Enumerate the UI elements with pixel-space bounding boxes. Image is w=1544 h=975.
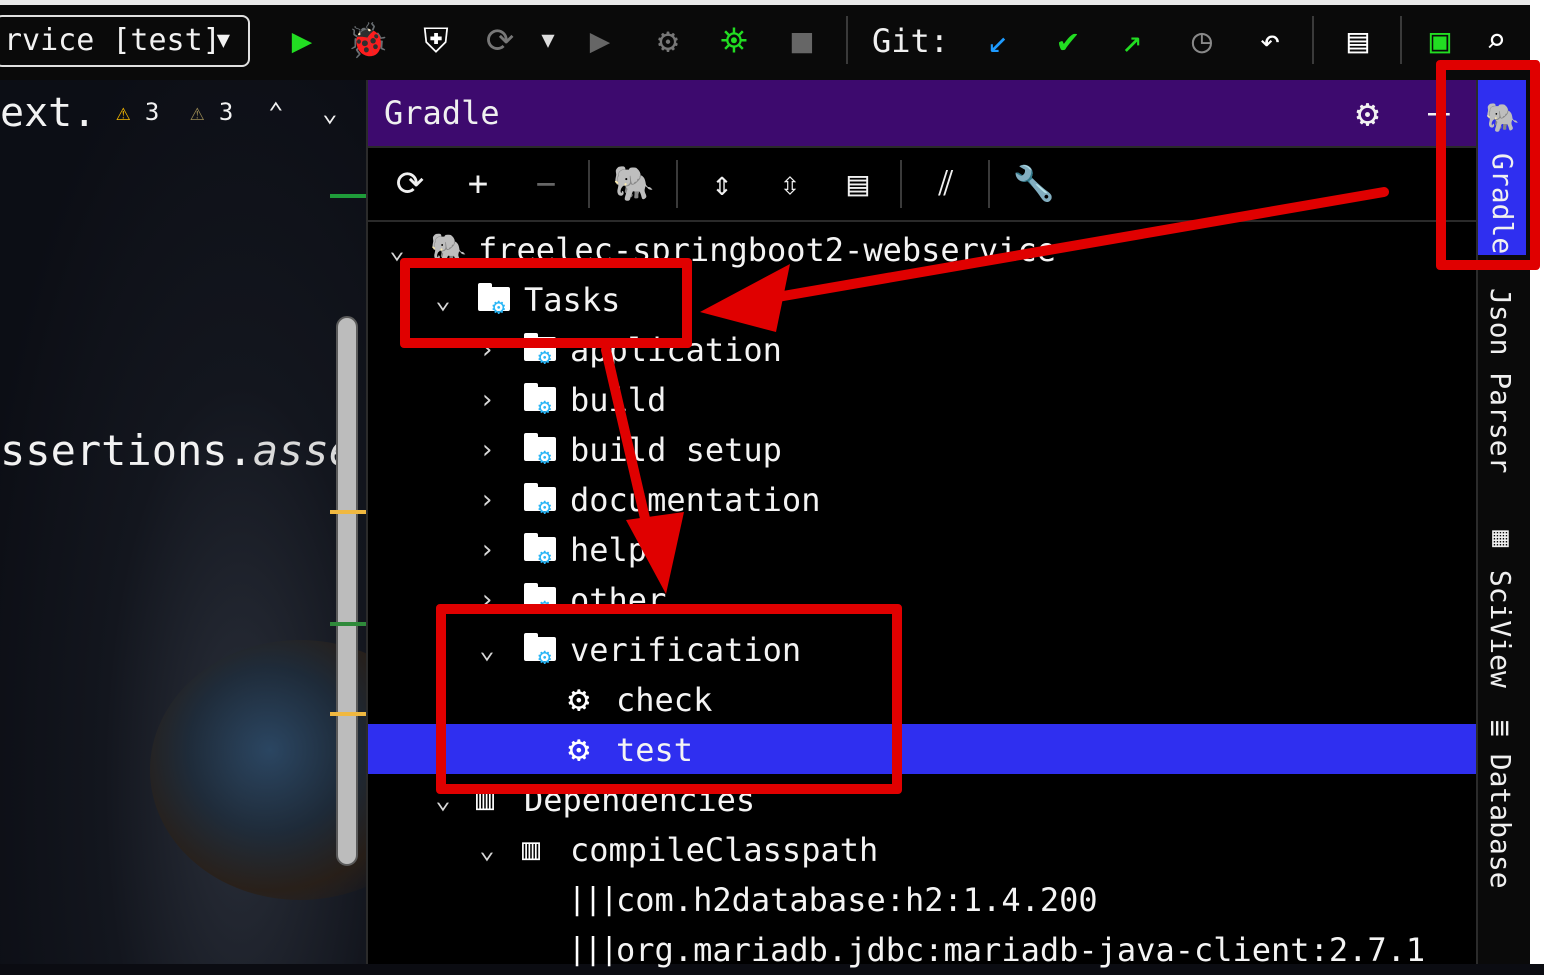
- debug-bug-icon[interactable]: 🐞: [346, 18, 390, 64]
- stop-icon[interactable]: ■: [780, 18, 824, 64]
- project-structure-icon[interactable]: ▤: [836, 162, 880, 206]
- code-text: ssertions.: [0, 426, 253, 475]
- change-marker: [330, 194, 366, 198]
- attach-debugger-icon[interactable]: ⚙: [646, 18, 690, 64]
- task-folder-icon: ⚙: [522, 479, 562, 519]
- task-group-label: build: [570, 381, 667, 419]
- chevron-down-icon[interactable]: ▼: [526, 18, 570, 64]
- git-rollback-icon[interactable]: ↶: [1248, 18, 1292, 64]
- window-top-border: [0, 0, 1530, 5]
- code-line: ssertions.asse: [0, 426, 354, 475]
- dependency-label: com.h2database:h2:1.4.200: [616, 881, 1098, 919]
- chevron-right-icon[interactable]: ›: [472, 375, 502, 425]
- tree-item-dependency[interactable]: ||| com.h2database:h2:1.4.200: [368, 875, 1478, 925]
- git-update-icon[interactable]: ↙: [976, 18, 1020, 64]
- build-settings-wrench-icon[interactable]: 🔧: [1012, 162, 1056, 206]
- warning-stripe-marker: [330, 712, 366, 716]
- run-icon[interactable]: ▶: [280, 18, 324, 64]
- weak-warning-indicator[interactable]: ⚠ 3: [190, 98, 233, 126]
- task-folder-icon: ⚙: [522, 379, 562, 419]
- run-disabled-icon[interactable]: ▶: [578, 18, 622, 64]
- compile-classpath-label: compileClasspath: [570, 831, 879, 869]
- git-push-icon[interactable]: ↗: [1110, 18, 1154, 64]
- execute-gradle-task-elephant-icon[interactable]: 🐘: [612, 162, 656, 206]
- tree-item-task-group[interactable]: › ⚙ build setup: [368, 425, 1478, 475]
- database-icon: ≣: [1484, 720, 1517, 754]
- tool-tab-sciview[interactable]: ▦ SciView: [1484, 520, 1517, 688]
- change-stripe-marker: [330, 622, 366, 626]
- run-with-coverage-icon[interactable]: ⛨: [414, 18, 458, 64]
- warning-stripe-marker: [330, 510, 366, 514]
- background-wallpaper-image: [150, 640, 366, 900]
- chevron-right-icon[interactable]: ›: [472, 425, 502, 475]
- annotation-box-verification: [436, 604, 902, 794]
- editor-header-text: ext.: [0, 90, 97, 136]
- task-group-label: help: [570, 531, 648, 569]
- toolbar-separator: [1312, 16, 1314, 64]
- expand-all-icon[interactable]: ⇕: [700, 162, 744, 206]
- terminal-run-icon[interactable]: ▣: [1418, 18, 1462, 64]
- git-label: Git:: [872, 22, 950, 60]
- gradle-tool-window: Gradle ⚙ — ⟳ + − 🐘 ⇕ ⇳ ▤ ⫽ 🔧 ⌄ 🐘 freelec…: [366, 80, 1478, 969]
- toolbar-separator: [676, 160, 678, 208]
- tree-item-task-group[interactable]: › ⚙ build: [368, 375, 1478, 425]
- gradle-header: Gradle ⚙ —: [368, 80, 1478, 148]
- profile-icon[interactable]: ⟳: [478, 18, 522, 64]
- toolbar-separator: [900, 160, 902, 208]
- editor-scrollbar[interactable]: [336, 316, 358, 866]
- git-commit-check-icon[interactable]: ✔: [1046, 18, 1090, 64]
- toolbar-separator: [846, 16, 848, 64]
- weak-warning-icon: ⚠: [190, 98, 205, 126]
- toolbar-separator: [988, 160, 990, 208]
- dependencies-icon: ▥: [522, 832, 540, 867]
- library-icon: |||: [568, 932, 618, 967]
- main-toolbar: rvice [test] ▼ ▶ 🐞 ⛨ ⟳ ▼ ▶ ⚙ ⛯ ■ Git: ↙ …: [0, 0, 1530, 80]
- tree-item-compile-classpath[interactable]: ⌄ ▥ compileClasspath: [368, 825, 1478, 875]
- remove-icon[interactable]: −: [524, 162, 568, 206]
- previous-highlight-icon[interactable]: ⌃: [268, 98, 284, 128]
- project-structure-icon[interactable]: ▤: [1336, 18, 1380, 64]
- chevron-down-icon: ▼: [216, 28, 230, 53]
- sciview-icon: ▦: [1484, 520, 1517, 570]
- tool-tab-json-parser[interactable]: Json Parser: [1484, 288, 1517, 473]
- debug-stop-bug-icon[interactable]: ⛯: [712, 18, 756, 64]
- offline-mode-icon[interactable]: ⫽: [924, 162, 968, 206]
- task-group-label: build setup: [570, 431, 782, 469]
- git-history-clock-icon[interactable]: ◷: [1180, 18, 1224, 64]
- toolbar-separator: [1400, 16, 1402, 64]
- tree-item-task-group[interactable]: › ⚙ documentation: [368, 475, 1478, 525]
- tree-item-dependency[interactable]: ||| org.mariadb.jdbc:mariadb-java-client…: [368, 925, 1478, 975]
- reload-icon[interactable]: ⟳: [388, 162, 432, 206]
- chevron-down-icon[interactable]: ⌄: [472, 825, 502, 875]
- gradle-title: Gradle: [384, 94, 500, 132]
- warning-indicator[interactable]: ⚠ 3: [116, 98, 159, 126]
- gradle-toolbar: ⟳ + − 🐘 ⇕ ⇳ ▤ ⫽ 🔧: [368, 148, 1478, 222]
- run-configuration-selector[interactable]: rvice [test] ▼: [0, 15, 250, 67]
- warning-count: 3: [144, 98, 160, 126]
- add-icon[interactable]: +: [456, 162, 500, 206]
- task-folder-icon: ⚙: [522, 429, 562, 469]
- library-icon: |||: [568, 882, 618, 917]
- gear-icon[interactable]: ⚙: [1356, 90, 1379, 136]
- annotation-box-tasks: [400, 258, 692, 348]
- chevron-right-icon[interactable]: ›: [472, 475, 502, 525]
- weak-warning-count: 3: [218, 98, 234, 126]
- tool-tab-database[interactable]: ≣ Database: [1484, 720, 1517, 889]
- collapse-all-icon[interactable]: ⇳: [768, 162, 812, 206]
- tree-item-task-group[interactable]: › ⚙ help: [368, 525, 1478, 575]
- code-editor[interactable]: ext. ⚠ 3 ⚠ 3 ⌃ ⌄ ssertions.asse: [0, 80, 366, 964]
- next-highlight-icon[interactable]: ⌄: [322, 98, 338, 128]
- run-configuration-label: rvice [test]: [4, 23, 221, 58]
- task-folder-icon: ⚙: [522, 529, 562, 569]
- dependency-label: org.mariadb.jdbc:mariadb-java-client:2.7…: [616, 931, 1426, 969]
- toolbar-separator: [588, 160, 590, 208]
- search-icon[interactable]: ⌕: [1474, 18, 1518, 64]
- warning-icon: ⚠: [116, 98, 131, 126]
- annotation-box-gradle-tab: [1436, 60, 1540, 270]
- chevron-right-icon[interactable]: ›: [472, 525, 502, 575]
- task-group-label: documentation: [570, 481, 821, 519]
